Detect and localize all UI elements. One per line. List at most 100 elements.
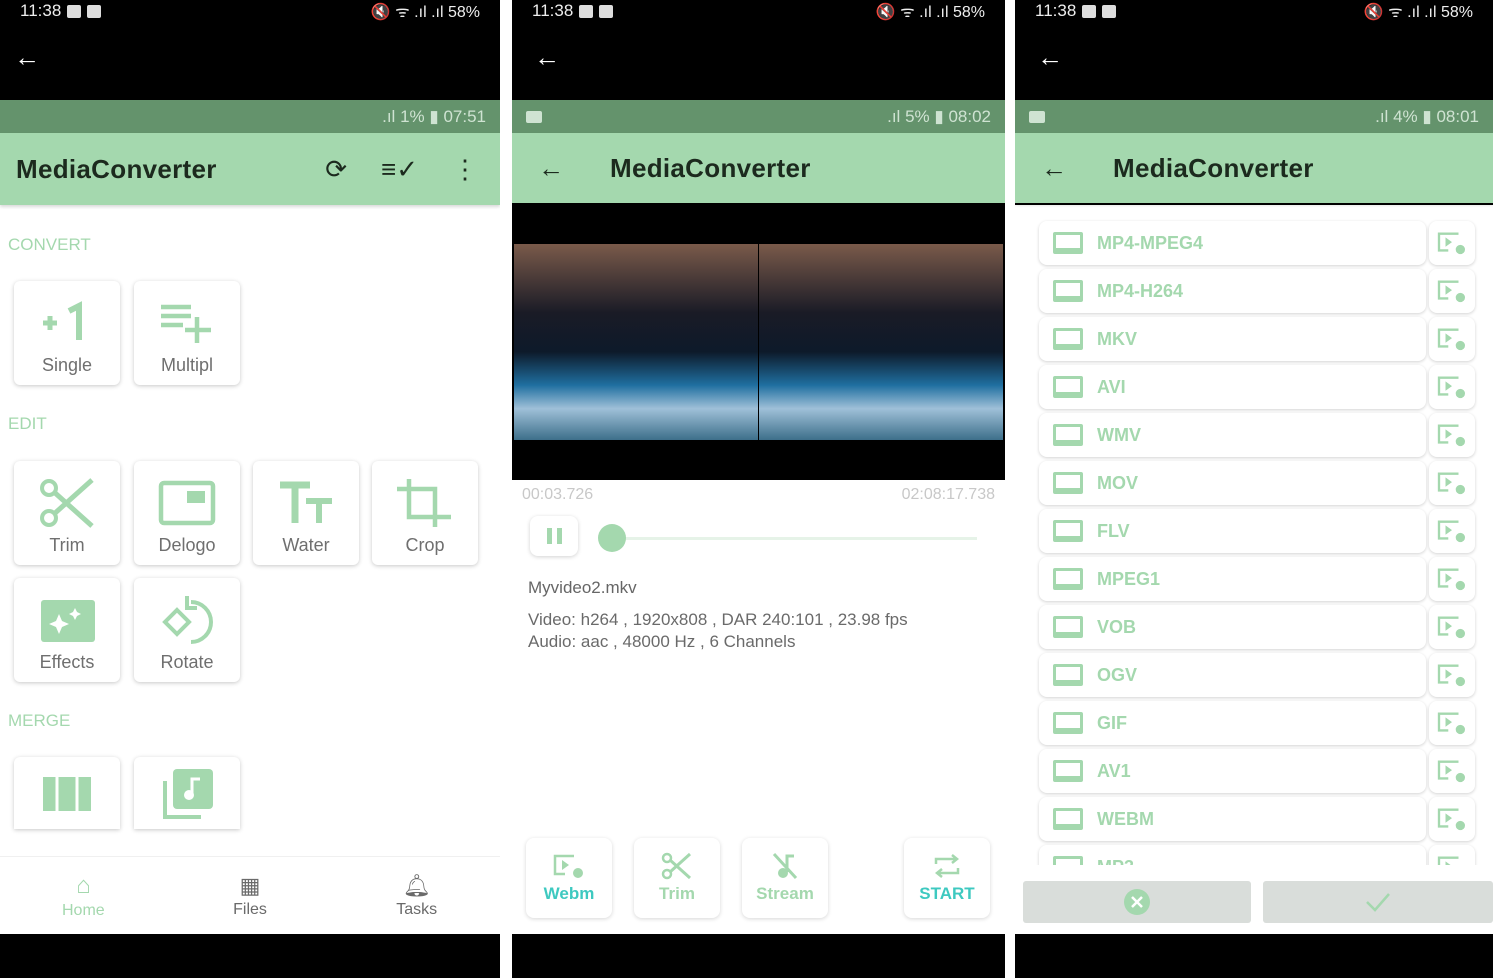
refresh-icon[interactable]: ⟳ <box>325 154 347 185</box>
format-row[interactable]: AVI <box>1039 365 1426 409</box>
format-settings-button[interactable] <box>1429 317 1475 361</box>
audio-info: Audio: aac , 48000 Hz , 6 Channels <box>528 632 796 651</box>
back-arrow-icon[interactable]: ← <box>1037 42 1063 73</box>
check-box-icon <box>87 4 102 18</box>
format-row[interactable]: MPEG1 <box>1039 557 1426 601</box>
system-status-bar: 11:38 🔇 ᯤ .ıl .ıl 58% <box>512 0 1005 22</box>
back-arrow-icon[interactable]: ← <box>14 42 40 73</box>
seek-bar[interactable] <box>612 537 977 540</box>
format-settings-button[interactable] <box>1429 557 1475 601</box>
check-icon <box>1366 893 1390 912</box>
format-row[interactable]: MOV <box>1039 461 1426 505</box>
format-webm-button[interactable]: Webm <box>526 838 612 918</box>
tile-label: Trim <box>49 535 85 555</box>
format-settings-button[interactable] <box>1429 365 1475 409</box>
nav-tasks[interactable]: 🔔︎ Tasks <box>333 857 500 934</box>
tile-crop[interactable]: Crop <box>372 461 478 565</box>
format-row[interactable]: WEBM <box>1039 797 1426 841</box>
back-arrow-icon[interactable]: ← <box>1041 153 1113 184</box>
format-settings-button[interactable] <box>1429 701 1475 745</box>
app-title: MediaConverter <box>16 153 217 184</box>
app-bar: MediaConverter ⟳ ≡✓ ⋮ <box>0 133 500 205</box>
video-settings-icon <box>1437 520 1465 543</box>
format-settings-button[interactable] <box>1429 269 1475 313</box>
format-settings-button[interactable] <box>1429 221 1475 265</box>
video-info: Video: h264 , 1920x808 , DAR 240:101 , 2… <box>528 610 908 629</box>
format-row[interactable]: MP4-MPEG4 <box>1039 221 1426 265</box>
clock: 11:38 <box>20 1 62 20</box>
format-settings-button[interactable] <box>1429 605 1475 649</box>
tile-merge-audio[interactable] <box>134 757 240 829</box>
battery-level: 58% <box>447 4 480 21</box>
format-settings-button[interactable] <box>1429 797 1475 841</box>
pause-button[interactable] <box>530 516 578 556</box>
video-settings-icon <box>1437 376 1465 399</box>
start-button[interactable]: START <box>904 838 990 918</box>
signal-icon: .ıl <box>887 106 906 126</box>
format-list[interactable]: MP4-MPEG4 MP4-H264 MKV AVI WMV MOV FLV MPEG1 VOB… <box>1015 205 1493 865</box>
format-row[interactable]: MP4-H264 <box>1039 269 1426 313</box>
video-settings-icon <box>1437 328 1465 351</box>
signal-icons: 🔇 ᯤ .ıl .ıl <box>1363 4 1441 21</box>
format-row[interactable]: OGV <box>1039 653 1426 697</box>
format-settings-button[interactable] <box>1429 845 1475 865</box>
format-label: AVI <box>1097 376 1126 397</box>
seek-thumb[interactable] <box>598 524 627 552</box>
trim-button[interactable]: Trim <box>634 838 720 918</box>
video-preview[interactable] <box>512 205 1005 480</box>
tile-effects[interactable]: Effects <box>14 578 120 682</box>
tv-icon <box>1053 760 1083 782</box>
action-label: Trim <box>659 884 695 903</box>
format-label: MOV <box>1097 472 1139 493</box>
format-row[interactable]: FLV <box>1039 509 1426 553</box>
confirm-button[interactable] <box>1263 881 1493 923</box>
tile-delogo[interactable]: Delogo <box>134 461 240 565</box>
stream-button[interactable]: Stream <box>742 838 828 918</box>
format-label: OGV <box>1097 664 1138 685</box>
format-settings-button[interactable] <box>1429 653 1475 697</box>
tile-single[interactable]: Single <box>14 281 120 385</box>
image-icon <box>526 110 542 123</box>
format-row[interactable]: MKV <box>1039 317 1426 361</box>
nav-files[interactable]: ▦ Files <box>167 857 334 934</box>
home-icon: ⌂ <box>76 871 91 899</box>
signal-percent: 4% <box>1393 106 1418 126</box>
inner-status-bar: .ıl 4% ▮ 08:01 <box>1015 100 1493 133</box>
format-row[interactable]: WMV <box>1039 413 1426 457</box>
signal-icon: .ıl <box>382 106 401 126</box>
back-arrow-icon[interactable]: ← <box>538 153 610 184</box>
video-settings-icon <box>1437 760 1465 783</box>
tile-trim[interactable]: Trim <box>14 461 120 565</box>
format-row[interactable]: VOB <box>1039 605 1426 649</box>
tile-rotate[interactable]: Rotate <box>134 578 240 682</box>
format-row[interactable]: GIF <box>1039 701 1426 745</box>
format-settings-button[interactable] <box>1429 461 1475 505</box>
playlist-add-icon <box>161 304 211 343</box>
action-label: Webm <box>543 884 595 903</box>
playlist-check-icon[interactable]: ≡✓ <box>381 154 418 185</box>
signal-percent: 1% <box>400 106 425 126</box>
system-status-bar: 11:38 🔇 ᯤ .ıl .ıl 58% <box>0 0 500 22</box>
back-arrow-icon[interactable]: ← <box>534 42 560 73</box>
video-settings-icon <box>1437 568 1465 591</box>
plus-one-icon <box>43 301 82 340</box>
tv-icon <box>1053 328 1083 350</box>
format-settings-button[interactable] <box>1429 413 1475 457</box>
format-row[interactable]: MP3 <box>1039 845 1426 865</box>
pause-icon <box>546 528 552 544</box>
cancel-button[interactable] <box>1023 881 1251 923</box>
more-vert-icon[interactable]: ⋮ <box>452 154 478 185</box>
format-settings-button[interactable] <box>1429 749 1475 793</box>
scissors-icon <box>661 852 692 880</box>
tv-icon <box>1053 616 1083 638</box>
format-label: FLV <box>1097 520 1130 541</box>
total-time: 02:08:17.738 <box>901 486 995 503</box>
app-title: MediaConverter <box>1113 152 1314 183</box>
format-row[interactable]: AV1 <box>1039 749 1426 793</box>
tile-water[interactable]: Water <box>253 461 359 565</box>
tile-merge-video[interactable] <box>14 757 120 829</box>
format-settings-button[interactable] <box>1429 509 1475 553</box>
tile-multiple[interactable]: Multipl <box>134 281 240 385</box>
nav-home[interactable]: ⌂ Home <box>0 857 167 934</box>
inner-status-bar: .ıl 1% ▮ 07:51 <box>0 100 500 133</box>
